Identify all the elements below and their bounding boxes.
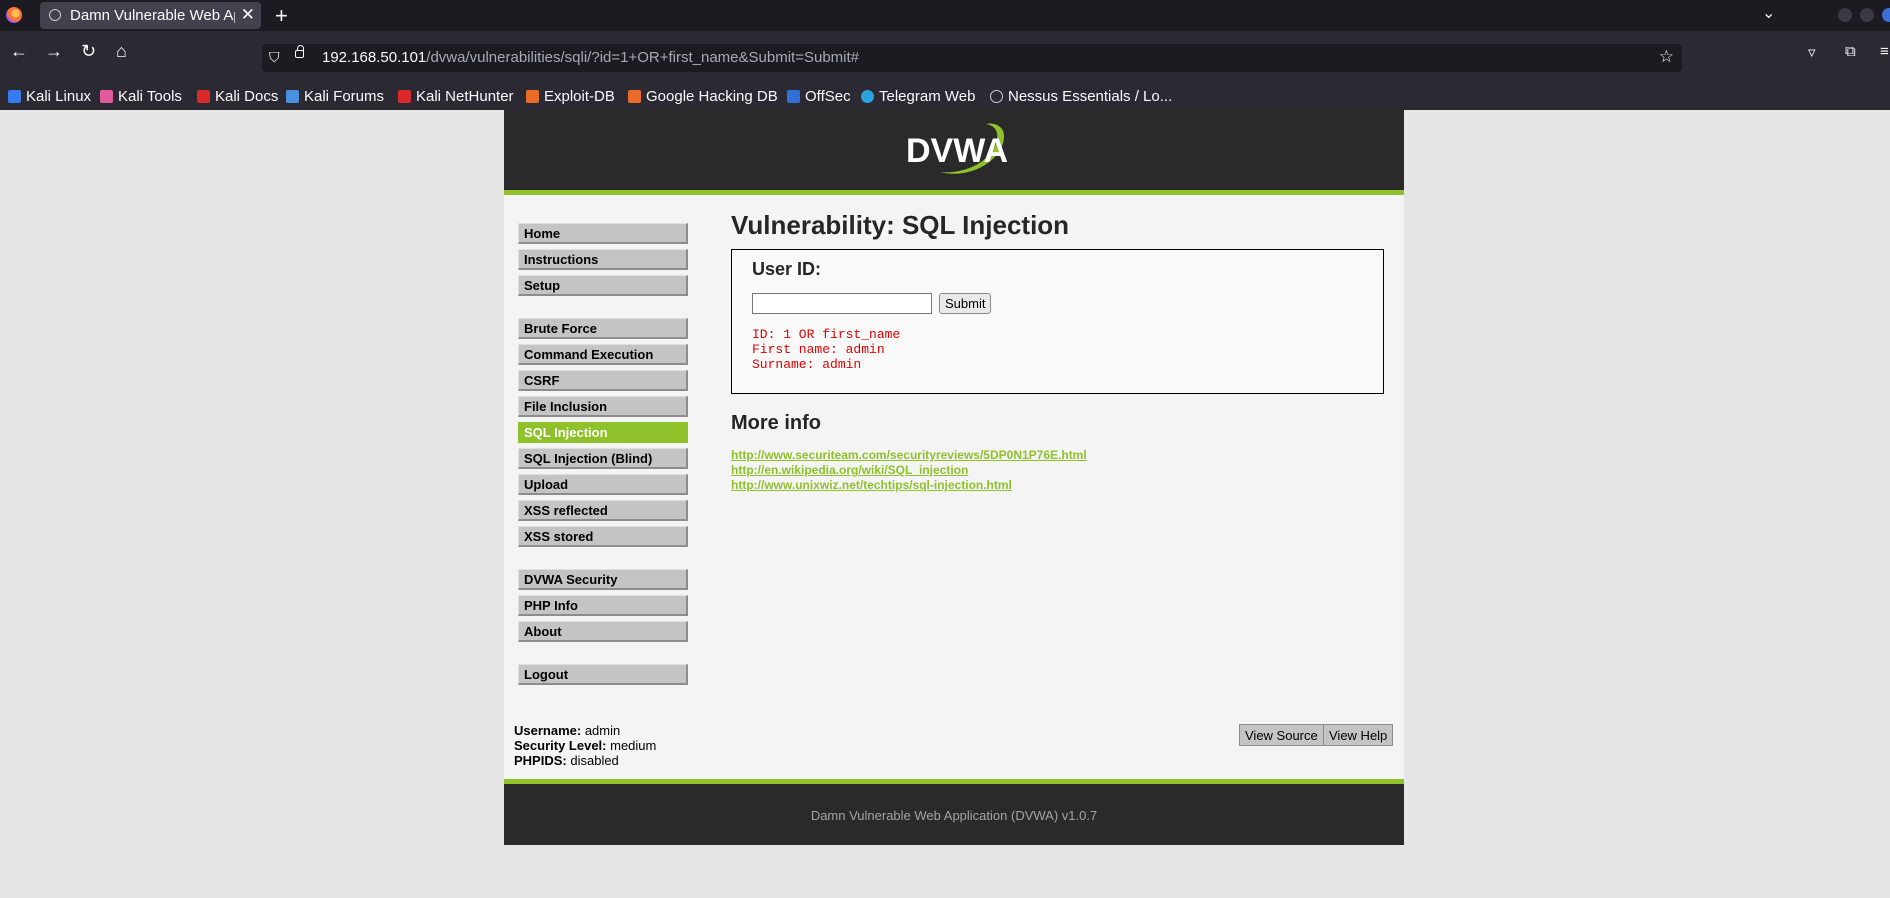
back-arrow-icon[interactable]: ← bbox=[10, 41, 28, 62]
dvwa-page: DVWA Home Instructions Setup Brute Force… bbox=[504, 110, 1404, 845]
menu-logout[interactable]: Logout bbox=[518, 664, 688, 685]
menu-setup[interactable]: Setup bbox=[518, 275, 688, 296]
footer-text: Damn Vulnerable Web Application (DVWA) v… bbox=[810, 808, 1098, 823]
close-tab-icon[interactable]: ✕ bbox=[241, 5, 255, 25]
menu-upload[interactable]: Upload bbox=[518, 474, 688, 495]
menu-command-execution[interactable]: Command Execution bbox=[518, 344, 688, 365]
kali-forums-icon bbox=[286, 90, 299, 103]
kali-dragon-icon bbox=[8, 90, 21, 103]
bookmark-google-hacking-db[interactable]: Google Hacking DB bbox=[628, 88, 778, 105]
submit-button[interactable]: Submit bbox=[939, 293, 992, 314]
bookmark-kali-linux[interactable]: Kali Linux bbox=[8, 88, 91, 105]
dvwa-logo: DVWA bbox=[906, 123, 1008, 174]
username-value: admin bbox=[584, 723, 621, 738]
menu-home[interactable]: Home bbox=[518, 223, 688, 244]
forward-arrow-icon[interactable]: → bbox=[45, 41, 63, 62]
minimize-window-button[interactable] bbox=[1838, 8, 1852, 22]
pocket-icon[interactable]: ▿ bbox=[1808, 43, 1816, 61]
bookmark-kali-nethunter[interactable]: Kali NetHunter bbox=[398, 88, 514, 105]
url-bar[interactable]: ⛉ 192.168.50.101/dvwa/vulnerabilities/sq… bbox=[262, 44, 1682, 72]
ghdb-icon bbox=[628, 90, 641, 103]
telegram-icon bbox=[861, 90, 874, 103]
exploit-db-icon bbox=[526, 90, 539, 103]
offsec-icon bbox=[787, 90, 800, 103]
menu-php-info[interactable]: PHP Info bbox=[518, 595, 688, 616]
menu-csrf[interactable]: CSRF bbox=[518, 370, 688, 391]
security-level-value: medium bbox=[610, 738, 657, 753]
menu-instructions[interactable]: Instructions bbox=[518, 249, 688, 270]
security-level-info: Security Level: medium bbox=[514, 738, 657, 753]
maximize-window-button[interactable] bbox=[1860, 8, 1874, 22]
username-info: Username: admin bbox=[514, 723, 621, 738]
lock-icon[interactable] bbox=[295, 45, 304, 58]
page-favicon-icon bbox=[49, 9, 61, 21]
menu-dvwa-security[interactable]: DVWA Security bbox=[518, 569, 688, 590]
bookmark-telegram-web[interactable]: Telegram Web bbox=[861, 88, 975, 105]
dvwa-header: DVWA bbox=[504, 110, 1404, 195]
url-text[interactable]: 192.168.50.101/dvwa/vulnerabilities/sqli… bbox=[322, 49, 859, 66]
bookmark-star-icon[interactable]: ☆ bbox=[1659, 47, 1674, 67]
vulnerable-form-box: User ID: Submit ID: 1 OR first_name Firs… bbox=[731, 249, 1384, 394]
close-window-button[interactable] bbox=[1882, 8, 1890, 22]
page-title: Vulnerability: SQL Injection bbox=[731, 210, 1070, 240]
menu-file-inclusion[interactable]: File Inclusion bbox=[518, 396, 688, 417]
bookmark-offsec[interactable]: OffSec bbox=[787, 88, 851, 105]
dvwa-footer: Damn Vulnerable Web Application (DVWA) v… bbox=[504, 779, 1404, 845]
globe-icon bbox=[990, 90, 1003, 103]
browser-tab-bar: Damn Vulnerable Web Ap ✕ + ⌄ bbox=[0, 0, 1890, 31]
phpids-info: PHPIDS: disabled bbox=[514, 753, 619, 768]
menu-about[interactable]: About bbox=[518, 621, 688, 642]
user-id-label: User ID: bbox=[752, 259, 822, 279]
shield-icon[interactable]: ⛉ bbox=[269, 49, 280, 66]
phpids-value: disabled bbox=[570, 753, 619, 768]
bookmark-exploit-db[interactable]: Exploit-DB bbox=[526, 88, 615, 105]
home-icon[interactable]: ⌂ bbox=[116, 41, 127, 62]
link-wikipedia[interactable]: http://en.wikipedia.org/wiki/SQL_injecti… bbox=[731, 463, 968, 477]
menu-sql-injection[interactable]: SQL Injection bbox=[518, 422, 688, 443]
bookmarks-toolbar: Kali Linux Kali Tools Kali Docs Kali For… bbox=[0, 84, 1890, 110]
extensions-icon[interactable]: ⧉ bbox=[1845, 43, 1856, 60]
url-path: /dvwa/vulnerabilities/sqli/?id=1+OR+firs… bbox=[426, 49, 859, 66]
query-result: ID: 1 OR first_name First name: admin Su… bbox=[752, 327, 901, 372]
logo-text: DVWA bbox=[906, 132, 1008, 170]
browser-tab[interactable]: Damn Vulnerable Web Ap ✕ bbox=[40, 2, 261, 29]
kali-tools-icon bbox=[100, 90, 113, 103]
bookmark-kali-docs[interactable]: Kali Docs bbox=[197, 88, 278, 105]
nethunter-icon bbox=[398, 90, 411, 103]
reload-icon[interactable]: ↻ bbox=[81, 41, 96, 62]
menu-brute-force[interactable]: Brute Force bbox=[518, 318, 688, 339]
menu-icon[interactable]: ≡ bbox=[1880, 43, 1889, 60]
menu-xss-reflected[interactable]: XSS reflected bbox=[518, 500, 688, 521]
menu-xss-stored[interactable]: XSS stored bbox=[518, 526, 688, 547]
bookmark-kali-forums[interactable]: Kali Forums bbox=[286, 88, 384, 105]
view-help-button[interactable]: View Help bbox=[1323, 724, 1394, 746]
more-info-heading: More info bbox=[731, 412, 821, 434]
url-host: 192.168.50.101 bbox=[322, 49, 427, 66]
link-unixwiz[interactable]: http://www.unixwiz.net/techtips/sql-inje… bbox=[731, 478, 1012, 492]
bookmark-nessus[interactable]: Nessus Essentials / Lo... bbox=[990, 88, 1172, 105]
menu-sql-injection-blind[interactable]: SQL Injection (Blind) bbox=[518, 448, 688, 469]
link-securiteam[interactable]: http://www.securiteam.com/securityreview… bbox=[731, 448, 1087, 462]
user-id-input[interactable] bbox=[752, 293, 932, 314]
kali-docs-icon bbox=[197, 90, 210, 103]
firefox-icon[interactable] bbox=[6, 7, 22, 23]
view-source-button[interactable]: View Source bbox=[1239, 724, 1324, 746]
new-tab-icon[interactable]: + bbox=[275, 3, 288, 29]
bookmark-kali-tools[interactable]: Kali Tools bbox=[100, 88, 182, 105]
tab-title: Damn Vulnerable Web Ap bbox=[70, 7, 235, 24]
chevron-down-icon[interactable]: ⌄ bbox=[1762, 3, 1775, 23]
